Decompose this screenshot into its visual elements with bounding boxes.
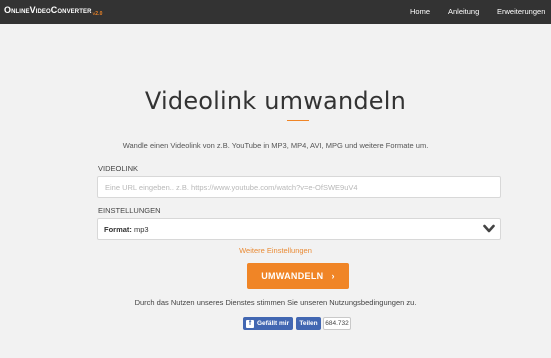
top-navbar: OnlineVideoConverter v2.0 Home Anleitung…: [0, 0, 551, 24]
format-label: Format:: [104, 225, 132, 234]
format-select[interactable]: Format: mp3: [97, 218, 501, 240]
terms-notice: Durch das Nutzen unseres Dienstes stimme…: [134, 298, 417, 307]
format-display: Format: mp3: [104, 225, 149, 234]
convert-button-label: UMWANDELN: [261, 271, 324, 281]
facebook-icon: f: [246, 319, 254, 328]
facebook-share-button[interactable]: Teilen: [296, 317, 321, 330]
logo-text: OnlineVideoConverter: [4, 5, 92, 15]
nav-link-erweiterungen[interactable]: Erweiterungen: [497, 7, 545, 16]
site-logo[interactable]: OnlineVideoConverter v2.0: [4, 5, 103, 17]
nav-link-home[interactable]: Home: [410, 7, 430, 16]
format-value: mp3: [134, 225, 149, 234]
share-label: Teilen: [299, 320, 318, 327]
page-title: Videolink umwandeln: [144, 87, 407, 115]
logo-version: v2.0: [92, 11, 103, 17]
nav-link-anleitung[interactable]: Anleitung: [448, 7, 479, 16]
like-count: 684.732: [325, 320, 349, 327]
settings-label: EINSTELLUNGEN: [98, 206, 161, 215]
page-subtitle: Wandle einen Videolink von z.B. YouTube …: [122, 141, 429, 150]
more-settings-link[interactable]: Weitere Einstellungen: [0, 246, 551, 255]
videolink-field[interactable]: [97, 176, 501, 198]
like-count-badge: 684.732: [323, 317, 351, 330]
facebook-like-button[interactable]: f Gefällt mir: [243, 317, 293, 330]
like-label: Gefällt mir: [257, 320, 290, 327]
videolink-label: VIDEOLINK: [98, 164, 139, 173]
url-input[interactable]: [98, 177, 500, 198]
title-underline: [287, 120, 309, 121]
chevron-right-icon: ›: [331, 271, 335, 281]
convert-button[interactable]: UMWANDELN ›: [247, 263, 349, 289]
chevron-down-icon: [483, 224, 495, 233]
